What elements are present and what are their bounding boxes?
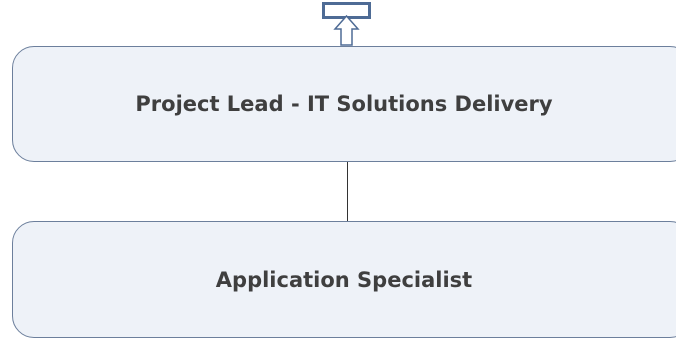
navigate-up-button[interactable] [322,2,374,46]
up-arrow-icon [322,2,371,46]
node-title: Project Lead - IT Solutions Delivery [135,92,553,116]
connector-line [347,162,348,221]
org-node-child[interactable]: Application Specialist [12,221,676,338]
node-title: Application Specialist [215,267,473,292]
org-node-parent[interactable]: Project Lead - IT Solutions Delivery [12,46,676,162]
